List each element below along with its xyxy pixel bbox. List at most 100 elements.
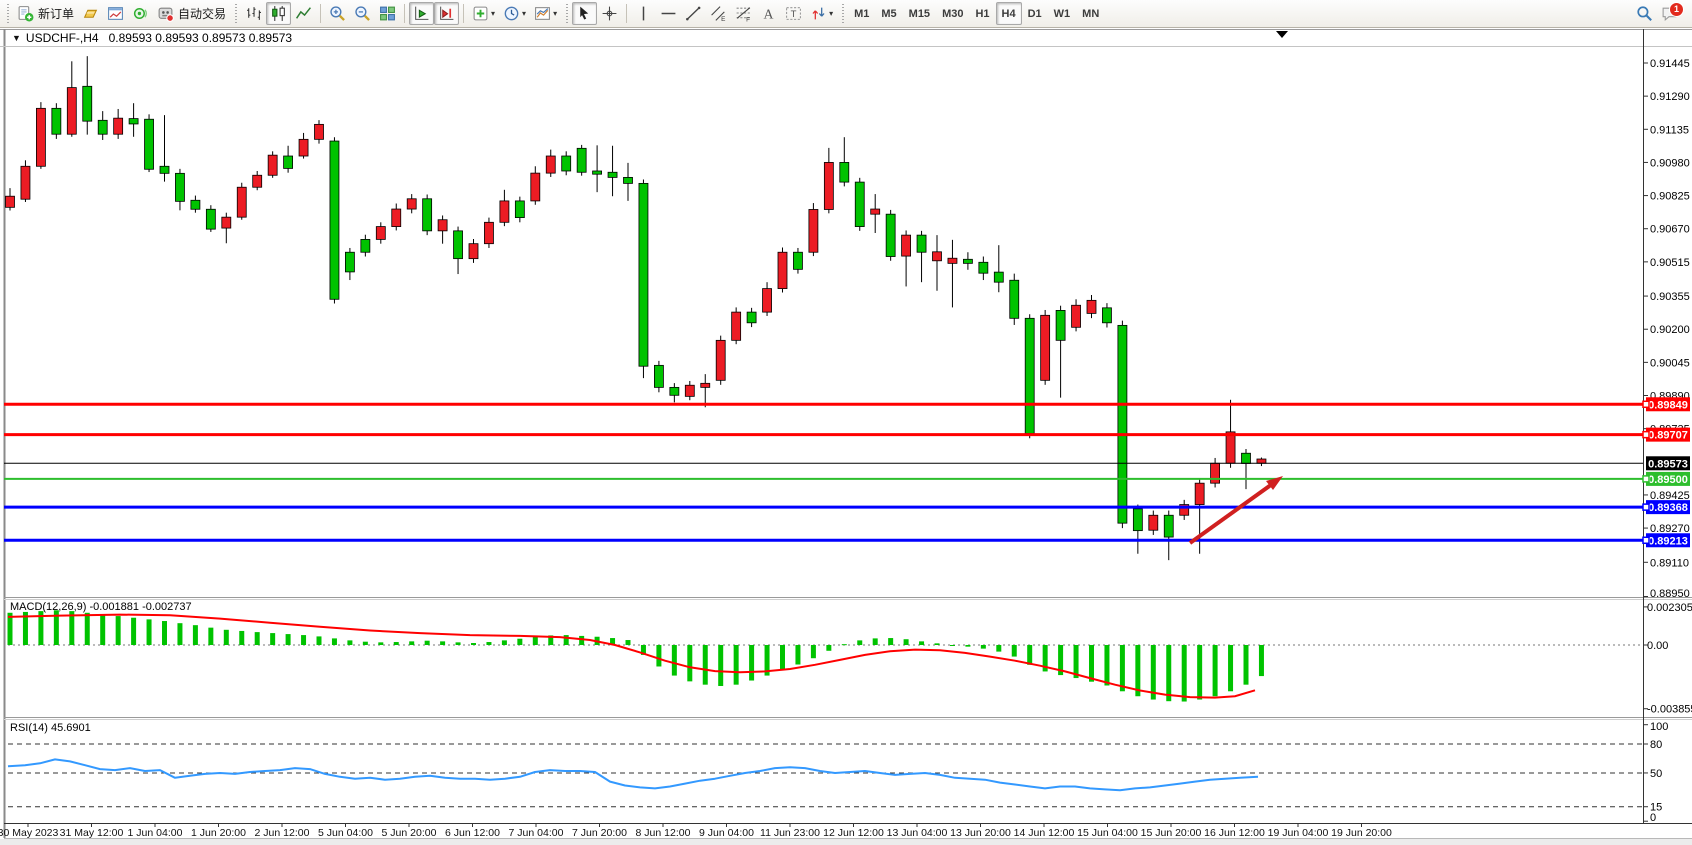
arrows-button[interactable]: ▾	[806, 2, 837, 25]
candle[interactable]	[1087, 300, 1096, 313]
indicators-button[interactable]: ▾	[468, 2, 499, 25]
candle[interactable]	[484, 222, 493, 243]
candle[interactable]	[840, 162, 849, 182]
candle[interactable]	[917, 235, 926, 252]
line-chart-mode-button[interactable]	[291, 2, 316, 25]
horizontal-line-button[interactable]	[656, 2, 681, 25]
candle[interactable]	[6, 196, 15, 207]
collapse-triangle-icon[interactable]: ▼	[12, 33, 21, 43]
candle[interactable]	[284, 156, 293, 168]
candle[interactable]	[871, 209, 880, 214]
candle[interactable]	[206, 209, 215, 229]
candle[interactable]	[1025, 318, 1034, 433]
candle[interactable]	[376, 227, 385, 240]
candle[interactable]	[685, 385, 694, 396]
candle[interactable]	[732, 312, 741, 340]
candle[interactable]	[1242, 453, 1251, 463]
trendline-button[interactable]	[681, 2, 706, 25]
candle[interactable]	[268, 155, 277, 175]
candle[interactable]	[454, 231, 463, 259]
periods-button[interactable]: ▾	[499, 2, 530, 25]
tile-windows-button[interactable]	[375, 2, 400, 25]
search-button[interactable]	[1632, 2, 1657, 25]
candle[interactable]	[1149, 515, 1158, 530]
candle[interactable]	[237, 187, 246, 217]
zoom-out-button[interactable]	[350, 2, 375, 25]
candle[interactable]	[67, 88, 76, 135]
candle[interactable]	[809, 209, 818, 252]
candle[interactable]	[654, 365, 663, 387]
candle[interactable]	[546, 156, 555, 173]
candle[interactable]	[886, 214, 895, 256]
tf-w1-button[interactable]: W1	[1048, 2, 1077, 25]
candle[interactable]	[253, 175, 262, 187]
candle[interactable]	[1226, 432, 1235, 463]
candle[interactable]	[1195, 483, 1204, 504]
candle[interactable]	[1211, 463, 1220, 483]
vertical-line-button[interactable]	[631, 2, 656, 25]
fibonacci-button[interactable]: F	[731, 2, 756, 25]
candle[interactable]	[948, 258, 957, 263]
candle[interactable]	[21, 166, 30, 199]
candle[interactable]	[222, 217, 231, 228]
auto-scroll-button[interactable]	[409, 2, 434, 25]
candle[interactable]	[778, 252, 787, 288]
chart-shift-button[interactable]	[434, 2, 459, 25]
open-chart-button[interactable]	[103, 2, 128, 25]
candle[interactable]	[129, 119, 138, 124]
candle[interactable]	[315, 124, 324, 139]
candle[interactable]	[423, 199, 432, 231]
candle[interactable]	[1056, 310, 1065, 340]
candle[interactable]	[500, 201, 509, 222]
candle[interactable]	[593, 171, 602, 174]
candle[interactable]	[979, 262, 988, 273]
candle[interactable]	[1164, 515, 1173, 537]
tf-h4-button[interactable]: H4	[996, 2, 1022, 25]
tf-d1-button[interactable]: D1	[1022, 2, 1048, 25]
auto-trading-button[interactable]: 自动交易	[153, 2, 230, 25]
text-label-button[interactable]: T	[781, 2, 806, 25]
candle[interactable]	[191, 200, 200, 209]
candle[interactable]	[330, 141, 339, 299]
tf-m30-button[interactable]: M30	[936, 2, 969, 25]
candle[interactable]	[639, 183, 648, 366]
candle[interactable]	[963, 259, 972, 263]
candle[interactable]	[299, 139, 308, 156]
new-order-button[interactable]: 新订单	[13, 2, 78, 25]
candle[interactable]	[562, 156, 571, 171]
candle[interactable]	[98, 120, 107, 134]
candle[interactable]	[1118, 325, 1127, 523]
tf-mn-button[interactable]: MN	[1076, 2, 1105, 25]
candle[interactable]	[345, 252, 354, 272]
candle[interactable]	[515, 201, 524, 218]
candle[interactable]	[1133, 509, 1142, 531]
candle[interactable]	[1102, 308, 1111, 323]
candle[interactable]	[763, 289, 772, 313]
alerts-button[interactable]	[128, 2, 153, 25]
candle[interactable]	[469, 244, 478, 259]
candle[interactable]	[175, 173, 184, 201]
candle[interactable]	[114, 118, 123, 134]
candle[interactable]	[902, 235, 911, 256]
candle[interactable]	[145, 119, 154, 169]
candle[interactable]	[994, 272, 1003, 282]
tf-m15-button[interactable]: M15	[903, 2, 936, 25]
candle[interactable]	[392, 209, 401, 227]
candle[interactable]	[1010, 280, 1019, 318]
candlestick-chart[interactable]: 0.914450.912900.911350.909800.908250.906…	[0, 0, 1692, 845]
candle[interactable]	[716, 340, 725, 380]
candle[interactable]	[83, 86, 92, 121]
candle[interactable]	[531, 173, 540, 201]
crosshair-button[interactable]	[597, 2, 622, 25]
cursor-button[interactable]	[572, 2, 597, 25]
candle[interactable]	[933, 252, 942, 261]
zoom-in-button[interactable]	[325, 2, 350, 25]
chat-button[interactable]: 1	[1657, 2, 1682, 25]
candlestick-mode-button[interactable]	[266, 2, 291, 25]
equidistant-channel-button[interactable]: E	[706, 2, 731, 25]
candle[interactable]	[361, 239, 370, 252]
candle[interactable]	[670, 387, 679, 395]
candle[interactable]	[407, 199, 416, 209]
candle[interactable]	[160, 166, 169, 173]
candle[interactable]	[855, 182, 864, 226]
